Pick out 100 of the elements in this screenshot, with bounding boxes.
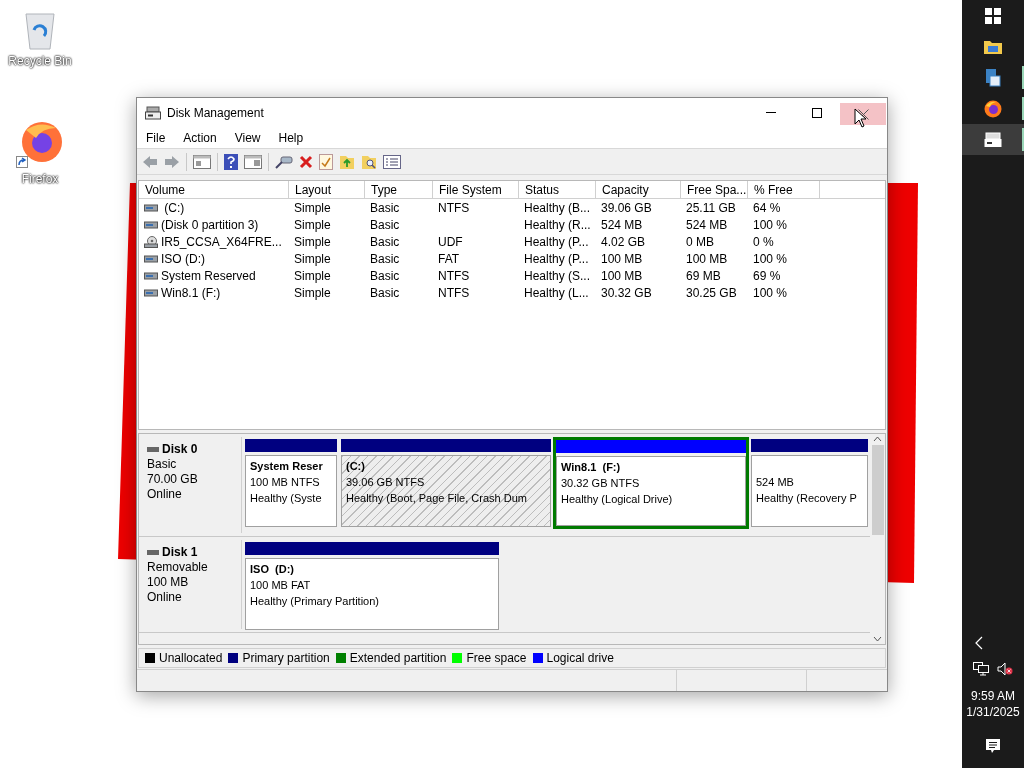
table-cell-text: 0 MB bbox=[686, 233, 714, 251]
table-cell-text: Healthy (S... bbox=[524, 267, 591, 285]
disk-management-icon[interactable] bbox=[984, 131, 1002, 148]
desktop-icon-label[interactable]: Firefox bbox=[21, 170, 59, 188]
table-cell-text: Basic bbox=[370, 216, 400, 234]
list-view-icon[interactable] bbox=[383, 154, 401, 169]
partition-name: System Reser bbox=[250, 459, 324, 474]
notification-icon[interactable] bbox=[985, 738, 1001, 754]
column-header[interactable]: Capacity bbox=[596, 181, 681, 198]
help-icon[interactable] bbox=[224, 153, 238, 170]
disk-name: Disk 1 bbox=[162, 545, 198, 560]
menu-item[interactable]: File bbox=[137, 128, 175, 147]
table-cell-text: Basic bbox=[370, 199, 400, 217]
table-cell-text: 25.11 GB bbox=[686, 199, 736, 217]
disc-drive-icon bbox=[144, 235, 158, 248]
column-header[interactable]: Type bbox=[365, 181, 433, 198]
table-cell-text: NTFS bbox=[438, 284, 470, 302]
table-cell-text: NTFS bbox=[438, 199, 470, 217]
scrollbar-thumb[interactable] bbox=[871, 445, 884, 535]
table-cell-text: 39.06 GB bbox=[601, 199, 652, 217]
partition-status: Healthy (Boot, Page File, Crash Dum bbox=[346, 491, 528, 506]
clock-date[interactable]: 1/31/2025 bbox=[966, 704, 1020, 720]
table-cell-text: 524 MB bbox=[601, 216, 643, 234]
menu-item[interactable]: Help bbox=[269, 128, 313, 147]
drive-icon bbox=[144, 271, 158, 280]
legend-label: Unallocated bbox=[159, 650, 223, 667]
table-cell-text: 30.32 GB bbox=[601, 284, 652, 302]
scroll-up-icon[interactable] bbox=[873, 436, 882, 442]
chevron-left-icon[interactable] bbox=[975, 636, 983, 650]
column-header[interactable]: Free Spa... bbox=[681, 181, 748, 198]
window-title: Disk Management bbox=[167, 104, 264, 122]
delete-icon[interactable] bbox=[299, 154, 313, 169]
menu-item[interactable]: View bbox=[225, 128, 270, 147]
checklist-icon[interactable] bbox=[319, 153, 333, 170]
connect-drive-icon[interactable] bbox=[275, 154, 293, 169]
windows-logo-icon[interactable] bbox=[985, 7, 1001, 24]
table-cell-text: Simple bbox=[294, 284, 331, 302]
running-indicator bbox=[1022, 128, 1024, 151]
partition-size: 100 MB NTFS bbox=[250, 475, 321, 490]
vertical-scrollbar[interactable] bbox=[870, 434, 885, 644]
disk-status: Online bbox=[147, 487, 183, 502]
partition-block[interactable]: ISO (D:) 100 MB FAT Healthy (Primary Partition) bbox=[243, 540, 501, 632]
document-icon[interactable] bbox=[985, 68, 1001, 87]
console-tree-icon[interactable] bbox=[193, 154, 211, 169]
disk-status: Online bbox=[147, 590, 183, 605]
table-cell-text: 4.02 GB bbox=[601, 233, 646, 251]
partition-status: Healthy (Recovery P bbox=[756, 491, 858, 506]
table-cell-text: 69 MB bbox=[686, 267, 721, 285]
folder-search-icon[interactable] bbox=[361, 153, 377, 170]
partition-name: (C:) bbox=[346, 459, 366, 474]
drive-icon bbox=[144, 288, 158, 297]
table-cell-text: Healthy (L... bbox=[524, 284, 589, 302]
column-header[interactable]: % Free bbox=[748, 181, 820, 198]
table-cell-text: Win8.1 (F:) bbox=[161, 284, 221, 302]
column-header[interactable]: Volume bbox=[139, 181, 289, 198]
scroll-down-icon[interactable] bbox=[873, 636, 882, 642]
network-icon[interactable] bbox=[973, 662, 989, 676]
column-header[interactable]: Layout bbox=[289, 181, 365, 198]
folder-icon[interactable] bbox=[984, 39, 1002, 54]
table-cell-text: Basic bbox=[370, 233, 400, 251]
table-cell-text: Healthy (P... bbox=[524, 250, 589, 268]
running-indicator bbox=[1022, 97, 1024, 120]
table-cell-text: (Disk 0 partition 3) bbox=[161, 216, 259, 234]
firefox-icon[interactable] bbox=[16, 120, 64, 168]
taskbar-button[interactable] bbox=[962, 124, 1024, 155]
table-cell-text: UDF bbox=[438, 233, 463, 251]
partition-block[interactable]: 524 MB Healthy (Recovery P bbox=[749, 437, 870, 529]
desktop-icon-label[interactable]: Recycle Bin bbox=[8, 52, 72, 70]
running-indicator bbox=[1022, 66, 1024, 89]
column-header[interactable]: File System bbox=[433, 181, 519, 198]
table-cell-text: 100 % bbox=[753, 216, 788, 234]
table-cell-text: Simple bbox=[294, 233, 331, 251]
column-header[interactable]: Status bbox=[519, 181, 596, 198]
disk-size: 70.00 GB bbox=[147, 472, 199, 487]
table-cell-text: Basic bbox=[370, 250, 400, 268]
disk-size: 100 MB bbox=[147, 575, 190, 590]
partition-status: Healthy (Primary Partition) bbox=[250, 594, 380, 609]
legend-label: Primary partition bbox=[242, 650, 330, 667]
table-cell-text: Simple bbox=[294, 216, 331, 234]
muted-speaker-icon[interactable] bbox=[997, 662, 1013, 676]
partition-block[interactable]: System Reser 100 MB NTFS Healthy (Syste bbox=[243, 437, 339, 529]
legend-label: Extended partition bbox=[349, 650, 447, 667]
table-cell-text: 100 MB bbox=[686, 250, 728, 268]
action-pane-icon[interactable] bbox=[244, 154, 262, 169]
disk-type: Basic bbox=[147, 457, 178, 472]
table-cell-text: 100 MB bbox=[601, 250, 643, 268]
clock-time[interactable]: 9:59 AM bbox=[971, 688, 1015, 704]
table-cell-text: Simple bbox=[294, 267, 331, 285]
partition-block[interactable]: (C:) 39.06 GB NTFS Healthy (Boot, Page File, Crash Dum bbox=[339, 437, 553, 529]
table-cell-text: NTFS bbox=[438, 267, 470, 285]
table-cell-text: Healthy (R... bbox=[524, 216, 591, 234]
table-cell-text: Healthy (B... bbox=[524, 199, 591, 217]
folder-up-icon[interactable] bbox=[339, 153, 355, 170]
partition-block[interactable]: Win8.1 (F:) 30.32 GB NTFS Healthy (Logical Drive) bbox=[553, 437, 749, 529]
firefox-icon[interactable] bbox=[984, 99, 1002, 118]
menu-item[interactable]: Action bbox=[174, 128, 226, 147]
partition-name: ISO (D:) bbox=[250, 562, 295, 577]
table-cell-text: System Reserved bbox=[161, 267, 256, 285]
partition-size: 39.06 GB NTFS bbox=[346, 475, 426, 490]
partition-size: 100 MB FAT bbox=[250, 578, 312, 593]
